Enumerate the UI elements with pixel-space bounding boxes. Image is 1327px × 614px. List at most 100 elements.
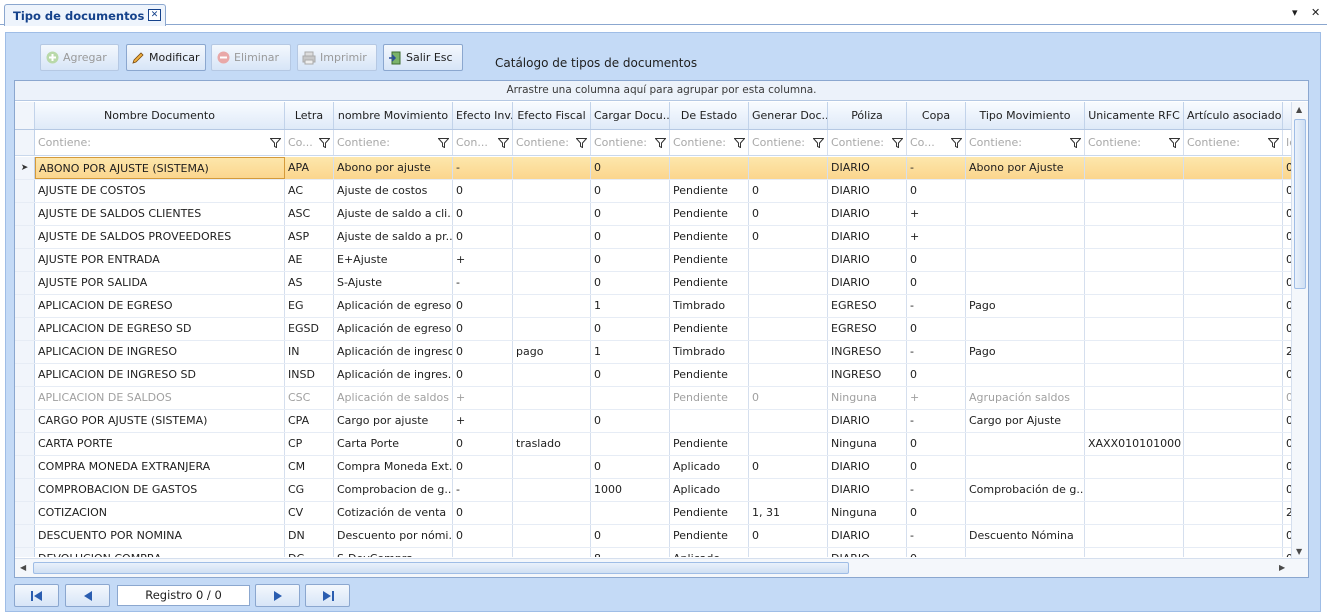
table-cell-efinv[interactable]: + — [453, 249, 513, 271]
table-cell-nombre[interactable]: AJUSTE DE SALDOS CLIENTES — [35, 203, 285, 225]
table-cell-effis[interactable] — [513, 226, 591, 248]
table-cell-tipomov[interactable] — [966, 364, 1085, 386]
table-cell-copa[interactable]: - — [907, 157, 966, 179]
table-cell-mov[interactable]: Cargo por ajuste — [334, 410, 453, 432]
table-cell-last[interactable]: 0 — [1283, 525, 1291, 547]
table-cell-copa[interactable]: - — [907, 525, 966, 547]
table-cell-nombre[interactable]: APLICACION DE INGRESO SD — [35, 364, 285, 386]
table-cell-nombre[interactable]: AJUSTE DE SALDOS PROVEEDORES — [35, 226, 285, 248]
table-cell-effis[interactable] — [513, 249, 591, 271]
filter-funnel-icon[interactable] — [892, 138, 903, 148]
table-cell-mov[interactable]: Aplicación de egreso — [334, 295, 453, 317]
table-cell-art[interactable] — [1184, 203, 1283, 225]
table-cell-cargar[interactable]: 1 — [591, 295, 670, 317]
table-row[interactable]: COTIZACION CV Cotización de venta 0 Pendient… — [15, 502, 1291, 525]
table-row[interactable]: CARTA PORTE CP Carta Porte 0 traslado Pendien… — [15, 433, 1291, 456]
table-cell-generar[interactable] — [749, 157, 828, 179]
table-cell-estado[interactable]: Aplicado — [670, 456, 749, 478]
table-cell-generar[interactable] — [749, 341, 828, 363]
column-header-rfc[interactable]: Unicamente RFC — [1085, 102, 1184, 129]
table-cell-letra[interactable]: AS — [285, 272, 334, 294]
vertical-scrollbar[interactable]: ▲ ▼ — [1291, 102, 1308, 559]
table-cell-efinv[interactable]: 0 — [453, 433, 513, 455]
table-cell-last[interactable]: 0 — [1283, 272, 1291, 294]
filter-funnel-icon[interactable] — [498, 138, 509, 148]
table-cell-cargar[interactable]: 0 — [591, 318, 670, 340]
table-cell-efinv[interactable]: + — [453, 387, 513, 409]
table-cell-cargar[interactable]: 0 — [591, 180, 670, 202]
table-row[interactable]: COMPROBACION DE GASTOS CG Comprobacion de … — [15, 479, 1291, 502]
table-cell-nombre[interactable]: APLICACION DE EGRESO — [35, 295, 285, 317]
column-header-generar[interactable]: Generar Doc... — [749, 102, 828, 129]
scroll-down-icon[interactable]: ▼ — [1296, 547, 1302, 556]
table-cell-mov[interactable]: Ajuste de saldo a cli... — [334, 203, 453, 225]
table-row[interactable]: AJUSTE DE SALDOS CLIENTES ASC Ajuste de sa… — [15, 203, 1291, 226]
table-cell-generar[interactable] — [749, 433, 828, 455]
column-header-art[interactable]: Artículo asociado — [1184, 102, 1283, 129]
table-cell-estado[interactable]: Pendiente — [670, 525, 749, 547]
table-cell-cargar[interactable]: 8 — [591, 548, 670, 557]
table-cell-rfc[interactable] — [1085, 203, 1184, 225]
table-cell-rfc[interactable] — [1085, 387, 1184, 409]
add-button[interactable]: Agregar — [40, 44, 119, 71]
table-cell-copa[interactable]: 0 — [907, 318, 966, 340]
table-cell-last[interactable]: 2 — [1283, 502, 1291, 524]
table-cell-last[interactable]: 0 — [1283, 387, 1291, 409]
table-cell-poliza[interactable]: DIARIO — [828, 157, 907, 179]
horizontal-scrollbar[interactable]: ◀ ▶ — [15, 558, 1308, 577]
table-cell-effis[interactable] — [513, 456, 591, 478]
table-row[interactable]: APLICACION DE EGRESO EG Aplicación de egre… — [15, 295, 1291, 318]
table-cell-mov[interactable]: Carta Porte — [334, 433, 453, 455]
table-cell-rfc[interactable] — [1085, 456, 1184, 478]
filter-funnel-icon[interactable] — [270, 138, 281, 148]
filter-funnel-icon[interactable] — [1169, 138, 1180, 148]
table-cell-nombre[interactable]: AJUSTE POR ENTRADA — [35, 249, 285, 271]
table-cell-effis[interactable] — [513, 272, 591, 294]
filter-cell-cargar[interactable]: Contiene: — [591, 130, 670, 155]
table-cell-effis[interactable]: pago — [513, 341, 591, 363]
filter-funnel-icon[interactable] — [951, 138, 962, 148]
table-cell-generar[interactable] — [749, 548, 828, 557]
scroll-up-icon[interactable]: ▲ — [1296, 105, 1302, 114]
column-header-poliza[interactable]: Póliza — [828, 102, 907, 129]
table-cell-last[interactable]: 0 — [1283, 456, 1291, 478]
table-cell-efinv[interactable]: - — [453, 272, 513, 294]
table-cell-art[interactable] — [1184, 502, 1283, 524]
table-cell-poliza[interactable]: DIARIO — [828, 226, 907, 248]
table-cell-last[interactable]: 0 — [1283, 479, 1291, 501]
table-cell-last[interactable]: 0 — [1283, 410, 1291, 432]
filter-cell-generar[interactable]: Contiene: — [749, 130, 828, 155]
tab-close-icon[interactable]: ✕ — [148, 9, 161, 21]
table-cell-generar[interactable]: 0 — [749, 226, 828, 248]
previous-record-button[interactable] — [65, 584, 110, 607]
table-cell-rfc[interactable]: XAXX010101000 — [1085, 433, 1184, 455]
table-cell-effis[interactable] — [513, 479, 591, 501]
table-cell-estado[interactable]: Pendiente — [670, 318, 749, 340]
table-cell-copa[interactable]: 0 — [907, 456, 966, 478]
table-cell-tipomov[interactable] — [966, 180, 1085, 202]
table-cell-last[interactable]: 0 — [1283, 318, 1291, 340]
table-cell-effis[interactable] — [513, 410, 591, 432]
table-cell-cargar[interactable]: 0 — [591, 157, 670, 179]
table-cell-rfc[interactable] — [1085, 341, 1184, 363]
table-cell-cargar[interactable]: 0 — [591, 410, 670, 432]
table-cell-cargar[interactable]: 1000 — [591, 479, 670, 501]
table-cell-tipomov[interactable] — [966, 272, 1085, 294]
table-cell-letra[interactable]: APA — [285, 157, 334, 179]
table-cell-rfc[interactable] — [1085, 318, 1184, 340]
table-row[interactable]: AJUSTE DE SALDOS PROVEEDORES ASP Ajuste de… — [15, 226, 1291, 249]
table-cell-letra[interactable]: CP — [285, 433, 334, 455]
table-cell-tipomov[interactable]: Cargo por Ajuste — [966, 410, 1085, 432]
table-cell-cargar[interactable]: 0 — [591, 364, 670, 386]
table-cell-poliza[interactable]: DIARIO — [828, 272, 907, 294]
next-record-button[interactable] — [255, 584, 300, 607]
column-header-tipomov[interactable]: Tipo Movimiento — [966, 102, 1085, 129]
table-cell-efinv[interactable]: 0 — [453, 226, 513, 248]
table-cell-letra[interactable]: AE — [285, 249, 334, 271]
filter-cell-copa[interactable]: Co... — [907, 130, 966, 155]
table-cell-estado[interactable]: Timbrado — [670, 295, 749, 317]
table-cell-tipomov[interactable]: Abono por Ajuste — [966, 157, 1085, 179]
table-cell-estado[interactable] — [670, 157, 749, 179]
filter-cell-efinv[interactable]: Con... — [453, 130, 513, 155]
tab-tipo-documentos[interactable]: Tipo de documentos ✕ — [4, 4, 166, 26]
